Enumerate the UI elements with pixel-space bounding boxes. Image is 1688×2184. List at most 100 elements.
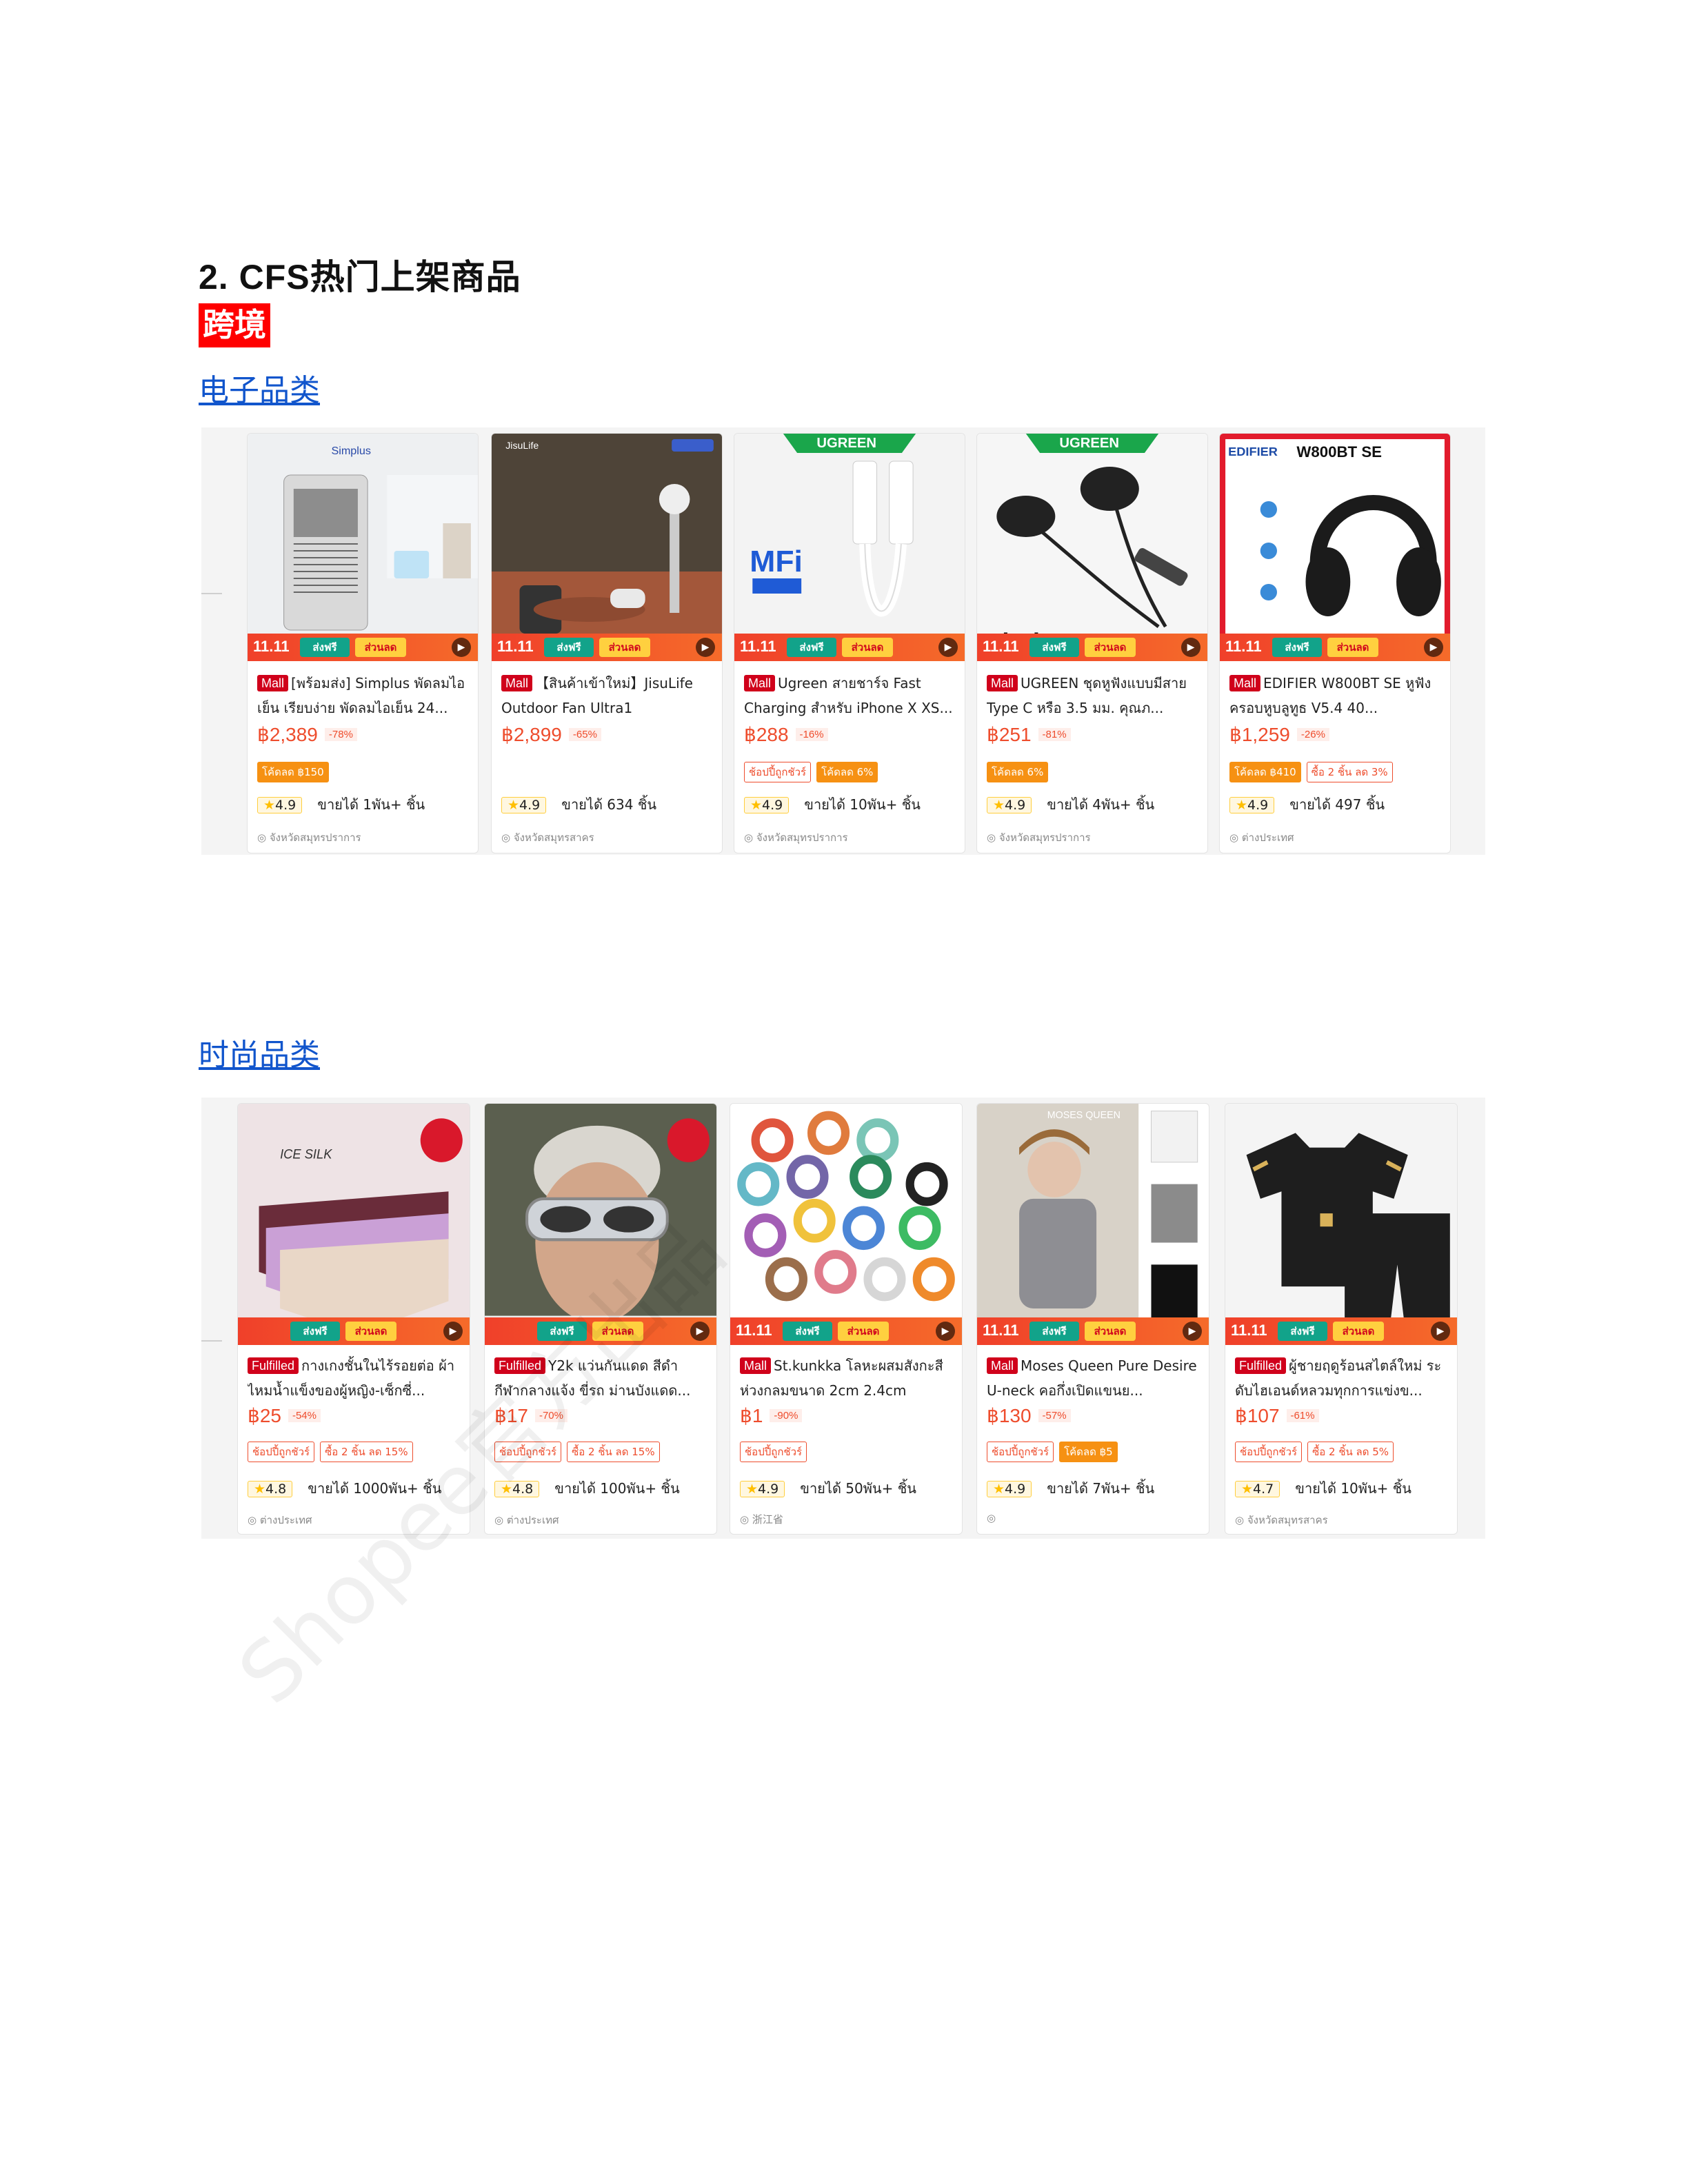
- product-title-text: Ugreen สายชาร์จ Fast Charging สำหรับ iPh…: [744, 675, 953, 716]
- product-card[interactable]: ICE SILK ส่งฟรี ส่วนลด ▶ Fulfilled กางเกงชั้น…: [237, 1103, 470, 1535]
- star-icon: ★: [501, 1482, 513, 1497]
- discount-percent: -26%: [1296, 728, 1329, 741]
- location-text: จังหวัดสมุทรปราการ: [998, 831, 1091, 844]
- product-card[interactable]: 11.11 ส่งฟรี ส่วนลด ▶ Fulfilled ผู้ชายฤดูร้อน…: [1225, 1103, 1458, 1535]
- price-value: ฿107: [1235, 1405, 1280, 1426]
- section-heading: 2. CFS热门上架商品: [199, 258, 521, 296]
- svg-text:UGREEN: UGREEN: [816, 436, 876, 451]
- voucher-tag[interactable]: ซื้อ 2 ชิ้น ลด 15%: [320, 1442, 413, 1462]
- electronics-category-link[interactable]: 电子品类: [199, 365, 320, 410]
- rating-row: ★4.9 ขายได้ 4พัน+ ชิ้น: [987, 793, 1154, 816]
- play-video-icon[interactable]: ▶: [938, 638, 958, 657]
- play-video-icon[interactable]: ▶: [696, 638, 715, 657]
- rating-value: 4.8: [512, 1482, 534, 1497]
- product-card[interactable]: ส่งฟรี ส่วนลด ▶ Fulfilled Y2k แว่นกันแดด สีด…: [484, 1103, 717, 1535]
- play-video-icon[interactable]: ▶: [1183, 1322, 1202, 1341]
- price-value: ฿251: [987, 724, 1032, 745]
- play-video-icon[interactable]: ▶: [690, 1322, 710, 1341]
- product-image[interactable]: Simplus 11.11 ส่งฟรี ส่วนลด ▶: [248, 434, 478, 661]
- star-icon: ★: [508, 798, 520, 813]
- rating-row: ★4.7 ขายได้ 10พัน+ ชิ้น: [1235, 1477, 1411, 1499]
- free-shipping-label: ส่งฟรี: [290, 1322, 340, 1341]
- rating-badge: ★4.9: [987, 1481, 1032, 1497]
- product-card[interactable]: Simplus 11.11 ส่งฟรี ส่วนลด ▶ Mall [พร้อมส่ง] …: [247, 433, 479, 853]
- location-row: ◎: [987, 1512, 996, 1524]
- product-title[interactable]: Fulfilled กางเกงชั้นในไร้รอยต่อ ผ้าไหมน้ำ…: [248, 1353, 460, 1403]
- star-icon: ★: [263, 798, 276, 813]
- location-text: 浙江省: [752, 1513, 783, 1526]
- voucher-tag[interactable]: ช้อปปี้ถูกชัวร์: [987, 1442, 1054, 1462]
- price-value: ฿2,899: [501, 724, 562, 745]
- product-card[interactable]: UGREEN MFi 11.11 ส่งฟรี ส่วนลด ▶ Mall Ugreen สา…: [734, 433, 965, 853]
- discount-label: ส่วนลด: [345, 1322, 396, 1341]
- voucher-tag[interactable]: ซื้อ 2 ชิ้น ลด 3%: [1306, 762, 1393, 782]
- product-image[interactable]: ICE SILK ส่งฟรี ส่วนลด ▶: [238, 1104, 470, 1345]
- shop-badge: Mall: [501, 675, 533, 691]
- rating-row: ★4.9 ขายได้ 1พัน+ ชิ้น: [257, 793, 425, 816]
- voucher-tag[interactable]: ซื้อ 2 ชิ้น ลด 5%: [1307, 1442, 1394, 1462]
- product-image[interactable]: MOSES QUEEN 11.11 ส่งฟรี ส่วนลด ▶: [977, 1104, 1209, 1345]
- voucher-tag[interactable]: โค้ดลด 6%: [987, 762, 1049, 782]
- product-card[interactable]: 11.11 ส่งฟรี ส่วนลด ▶ Mall St.kunkka โลหะผสมส…: [730, 1103, 963, 1535]
- rating-badge: ★4.8: [248, 1481, 293, 1497]
- location-row: ◎ ต่างประเทศ: [248, 1512, 312, 1528]
- location-text: จังหวัดสมุทรสาคร: [513, 831, 594, 844]
- discount-percent: -70%: [534, 1409, 567, 1422]
- play-video-icon[interactable]: ▶: [1431, 1322, 1450, 1341]
- voucher-tag[interactable]: ช้อปปี้ถูกชัวร์: [248, 1442, 315, 1462]
- product-card[interactable]: JisuLife 11.11 ส่งฟรี ส่วนลด ▶ Mall 【สินค้าเข้…: [491, 433, 723, 853]
- product-image[interactable]: 11.11 ส่งฟรี ส่วนลด ▶: [1225, 1104, 1457, 1345]
- svg-text:MFi: MFi: [750, 545, 803, 578]
- play-video-icon[interactable]: ▶: [1181, 638, 1200, 657]
- product-card[interactable]: EDIFIER W800BT SE 11.11 ส่งฟรี ส่วนลด ▶ Mall ED…: [1219, 433, 1451, 853]
- product-price: ฿17 -70%: [494, 1404, 567, 1427]
- rating-value: 4.9: [758, 1482, 779, 1497]
- product-title[interactable]: Mall EDIFIER W800BT SE หูฟังครอบหูบลูทูธ …: [1229, 671, 1440, 720]
- voucher-tag[interactable]: ช้อปปี้ถูกชัวร์: [744, 762, 812, 782]
- rating-value: 4.9: [1005, 798, 1026, 813]
- product-title[interactable]: Mall St.kunkka โลหะผสมสังกะสี ห่วงกลมขนาด…: [740, 1353, 952, 1403]
- play-video-icon[interactable]: ▶: [1424, 638, 1443, 657]
- voucher-tag[interactable]: โค้ดลด ฿410: [1229, 762, 1301, 782]
- product-card[interactable]: UGREENHi-Fi11.11ส่งฟรีส่วนลด▶ MallUGREEN …: [976, 433, 1208, 853]
- voucher-tag[interactable]: ซื้อ 2 ชิ้น ลด 15%: [567, 1442, 660, 1462]
- play-video-icon[interactable]: ▶: [936, 1322, 955, 1341]
- product-image[interactable]: UGREENHi-Fi11.11ส่งฟรีส่วนลด▶: [977, 434, 1207, 661]
- price-value: ฿130: [987, 1405, 1032, 1426]
- product-title[interactable]: Mall Ugreen สายชาร์จ Fast Charging สำหรับ…: [744, 671, 955, 720]
- product-image[interactable]: EDIFIER W800BT SE 11.11 ส่งฟรี ส่วนลด ▶: [1220, 434, 1450, 661]
- rating-badge: ★4.9: [1229, 797, 1275, 813]
- product-title[interactable]: Fulfilled Y2k แว่นกันแดด สีดำ กีฬากลางแจ้…: [494, 1353, 707, 1403]
- product-title[interactable]: Mall [พร้อมส่ง] Simplus พัดลมไอเย็น เรียบ…: [257, 671, 468, 720]
- product-image[interactable]: ส่งฟรี ส่วนลด ▶: [485, 1104, 716, 1345]
- voucher-row: โค้ดลด ฿410 ซื้อ 2 ชิ้น ลด 3%: [1229, 762, 1443, 782]
- product-image[interactable]: 11.11 ส่งฟรี ส่วนลด ▶: [730, 1104, 962, 1345]
- product-title[interactable]: Mall Moses Queen Pure Desire U-neck คอกึ่…: [987, 1353, 1199, 1403]
- voucher-tag[interactable]: โค้ดลด ฿5: [1059, 1442, 1118, 1462]
- location-pin-icon: ◎: [1229, 831, 1242, 844]
- product-title[interactable]: Mall 【สินค้าเข้าใหม่】JisuLife Outdoor Fan…: [501, 671, 712, 720]
- price-value: ฿1: [740, 1405, 763, 1426]
- discount-percent: -78%: [324, 728, 357, 741]
- rating-value: 4.9: [519, 798, 541, 813]
- rating-row: ★4.9 ขายได้ 50พัน+ ชิ้น: [740, 1477, 916, 1499]
- sold-count: ขายได้ 634 ชิ้น: [561, 796, 657, 813]
- product-title[interactable]: Fulfilled ผู้ชายฤดูร้อนสไตล์ใหม่ ระดับไฮเ…: [1235, 1353, 1447, 1403]
- discount-percent: -81%: [1038, 728, 1071, 741]
- discount-percent: -16%: [795, 728, 828, 741]
- product-card[interactable]: MOSES QUEEN 11.11 ส่งฟรี ส่วนลด ▶ Mall Moses Q…: [976, 1103, 1209, 1535]
- product-image[interactable]: UGREEN MFi 11.11 ส่งฟรี ส่วนลด ▶: [734, 434, 965, 661]
- shop-badge: Fulfilled: [494, 1357, 546, 1374]
- location-pin-icon: ◎: [257, 831, 270, 844]
- voucher-tag[interactable]: ช้อปปี้ถูกชัวร์: [494, 1442, 562, 1462]
- voucher-tag[interactable]: ช้อปปี้ถูกชัวร์: [740, 1442, 807, 1462]
- product-image[interactable]: JisuLife 11.11 ส่งฟรี ส่วนลด ▶: [492, 434, 722, 661]
- voucher-tag[interactable]: ช้อปปี้ถูกชัวร์: [1235, 1442, 1303, 1462]
- play-video-icon[interactable]: ▶: [452, 638, 471, 657]
- play-video-icon[interactable]: ▶: [443, 1322, 463, 1341]
- fashion-category-link[interactable]: 时尚品类: [199, 1030, 320, 1074]
- voucher-row: โค้ดลด 6%: [987, 762, 1200, 782]
- product-title[interactable]: Mall UGREEN ชุดหูฟังแบบมีสาย Type C หรือ …: [987, 671, 1198, 720]
- voucher-tag[interactable]: โค้ดลด 6%: [816, 762, 878, 782]
- voucher-tag[interactable]: โค้ดลด ฿150: [257, 762, 329, 782]
